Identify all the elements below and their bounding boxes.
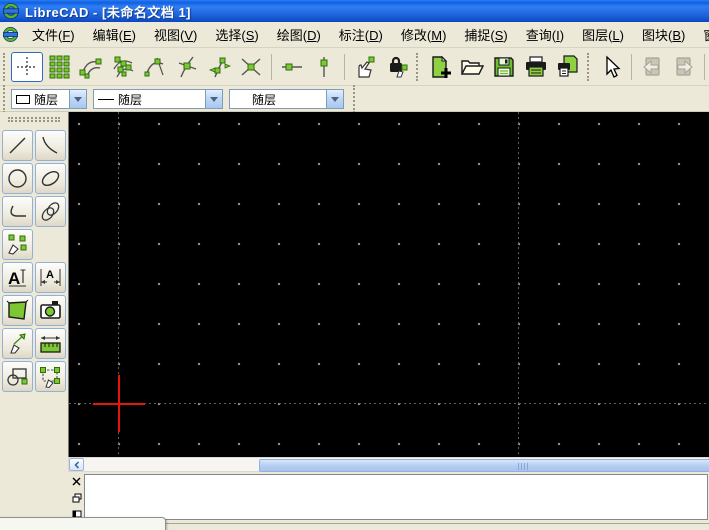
toolbar-separator bbox=[344, 53, 345, 80]
scrollbar-grip bbox=[518, 463, 530, 470]
circle-tool-button[interactable] bbox=[2, 163, 33, 194]
menu-block[interactable]: 图块(B) bbox=[633, 22, 694, 47]
drawing-canvas[interactable] bbox=[68, 112, 709, 457]
undo-button[interactable] bbox=[636, 52, 668, 82]
set-relative-zero-button[interactable] bbox=[349, 52, 381, 82]
origin-crosshair-vertical bbox=[118, 375, 120, 432]
print-document-button[interactable] bbox=[520, 52, 552, 82]
linewidth-combobox[interactable]: 随层 bbox=[229, 89, 344, 109]
line-tool-button[interactable] bbox=[2, 130, 33, 161]
ellipse-tool-button[interactable] bbox=[35, 163, 66, 194]
hatch-tool-button[interactable] bbox=[2, 295, 33, 326]
dock-float-button[interactable] bbox=[71, 492, 82, 503]
toolbar-drag-handle[interactable] bbox=[3, 52, 8, 81]
snap-intersection-button[interactable] bbox=[235, 52, 267, 82]
toolbar-drag-handle[interactable] bbox=[8, 117, 60, 122]
block-tool-button[interactable] bbox=[2, 361, 33, 392]
command-line-input[interactable] bbox=[84, 474, 708, 520]
image-tool-button[interactable] bbox=[35, 295, 66, 326]
menu-snap[interactable]: 捕捉(S) bbox=[455, 22, 516, 47]
menu-dimension[interactable]: 标注(D) bbox=[330, 22, 392, 47]
menu-edit[interactable]: 编辑(E) bbox=[84, 22, 145, 47]
toolbar-separator bbox=[631, 53, 632, 80]
redo-button[interactable] bbox=[668, 52, 700, 82]
new-document-button[interactable] bbox=[424, 52, 456, 82]
menu-window[interactable]: 窗口(W) bbox=[694, 22, 709, 47]
print-preview-button[interactable] bbox=[552, 52, 584, 82]
free-snap-button[interactable] bbox=[11, 51, 43, 82]
snap-middle-button[interactable] bbox=[171, 52, 203, 82]
title-bar[interactable]: LibreCAD - [未命名文档 1] bbox=[0, 0, 709, 22]
main-toolbar bbox=[0, 48, 709, 86]
lock-relative-zero-button[interactable] bbox=[381, 52, 413, 82]
select-tool-button[interactable] bbox=[35, 361, 66, 392]
measure-tool-button[interactable] bbox=[35, 328, 66, 359]
arc-tool-button[interactable] bbox=[35, 130, 66, 161]
color-combobox[interactable]: 随层 bbox=[11, 89, 87, 109]
open-document-button[interactable] bbox=[456, 52, 488, 82]
save-document-button[interactable] bbox=[488, 52, 520, 82]
chevron-down-icon[interactable] bbox=[326, 90, 343, 108]
grid-snap-button[interactable] bbox=[43, 52, 75, 82]
toolbar-separator bbox=[271, 53, 272, 80]
color-swatch bbox=[16, 94, 30, 104]
window-title: LibreCAD - [未命名文档 1] bbox=[25, 4, 192, 20]
dock-close-button[interactable] bbox=[71, 476, 82, 487]
linewidth-value: 随层 bbox=[252, 92, 277, 107]
metagrid-horizontal-line bbox=[69, 403, 709, 404]
librecad-logo-icon bbox=[3, 3, 19, 19]
svg-text:A: A bbox=[8, 269, 20, 288]
dock-titlebar bbox=[70, 476, 83, 519]
horizontal-scrollbar[interactable] bbox=[68, 457, 709, 472]
chevron-down-icon[interactable] bbox=[69, 90, 86, 108]
menu-info[interactable]: 查询(I) bbox=[517, 22, 573, 47]
move-tool-button[interactable] bbox=[2, 328, 33, 359]
pen-toolbar: 随层 随层 随层 bbox=[0, 85, 709, 113]
menu-view[interactable]: 视图(V) bbox=[145, 22, 206, 47]
menu-file[interactable]: 文件(F) bbox=[23, 22, 84, 47]
menu-select[interactable]: 选择(S) bbox=[206, 22, 267, 47]
restrict-horizontal-button[interactable] bbox=[276, 52, 308, 82]
toolbar-drag-handle[interactable] bbox=[416, 52, 421, 81]
menu-layer[interactable]: 图层(L) bbox=[573, 22, 633, 47]
command-line-dock bbox=[68, 472, 709, 524]
menu-bar: 文件(F) 编辑(E) 视图(V) 选择(S) 绘图(D) 标注(D) 修改(M… bbox=[0, 22, 709, 48]
linetype-value: 随层 bbox=[118, 92, 143, 107]
toolbar-drag-handle[interactable] bbox=[587, 52, 592, 81]
dimension-tool-button[interactable]: A bbox=[35, 262, 66, 293]
snap-endpoints-button[interactable] bbox=[75, 52, 107, 82]
polyline-tool-button[interactable] bbox=[2, 196, 33, 227]
linetype-preview bbox=[98, 98, 114, 100]
scroll-left-button[interactable] bbox=[69, 458, 84, 471]
snap-distance-button[interactable] bbox=[203, 52, 235, 82]
points-tool-button[interactable] bbox=[2, 229, 33, 260]
toolbar-drag-handle[interactable] bbox=[3, 85, 8, 113]
menu-modify[interactable]: 修改(M) bbox=[392, 22, 456, 47]
librecad-window: LibreCAD - [未命名文档 1] 文件(F) 编辑(E) 视图(V) 选… bbox=[0, 0, 709, 530]
snap-center-button[interactable] bbox=[139, 52, 171, 82]
linetype-combobox[interactable]: 随层 bbox=[93, 89, 223, 109]
snap-on-entity-button[interactable] bbox=[107, 52, 139, 82]
toolbar-drag-handle[interactable] bbox=[353, 85, 358, 113]
cad-toolbar: A A bbox=[0, 112, 68, 530]
metagrid-vertical-line bbox=[518, 112, 519, 457]
toolbar-separator bbox=[704, 53, 705, 80]
document-logo-icon[interactable] bbox=[3, 26, 19, 43]
text-tool-button[interactable]: A bbox=[2, 262, 33, 293]
spline-tool-button[interactable] bbox=[35, 196, 66, 227]
pointer-button[interactable] bbox=[595, 52, 627, 82]
tooltip bbox=[0, 517, 166, 530]
scrollbar-thumb[interactable] bbox=[259, 459, 709, 472]
chevron-down-icon[interactable] bbox=[205, 90, 222, 108]
color-value: 随层 bbox=[34, 92, 59, 107]
restrict-vertical-button[interactable] bbox=[308, 52, 340, 82]
menu-draw[interactable]: 绘图(D) bbox=[268, 22, 330, 47]
svg-text:A: A bbox=[46, 269, 54, 281]
